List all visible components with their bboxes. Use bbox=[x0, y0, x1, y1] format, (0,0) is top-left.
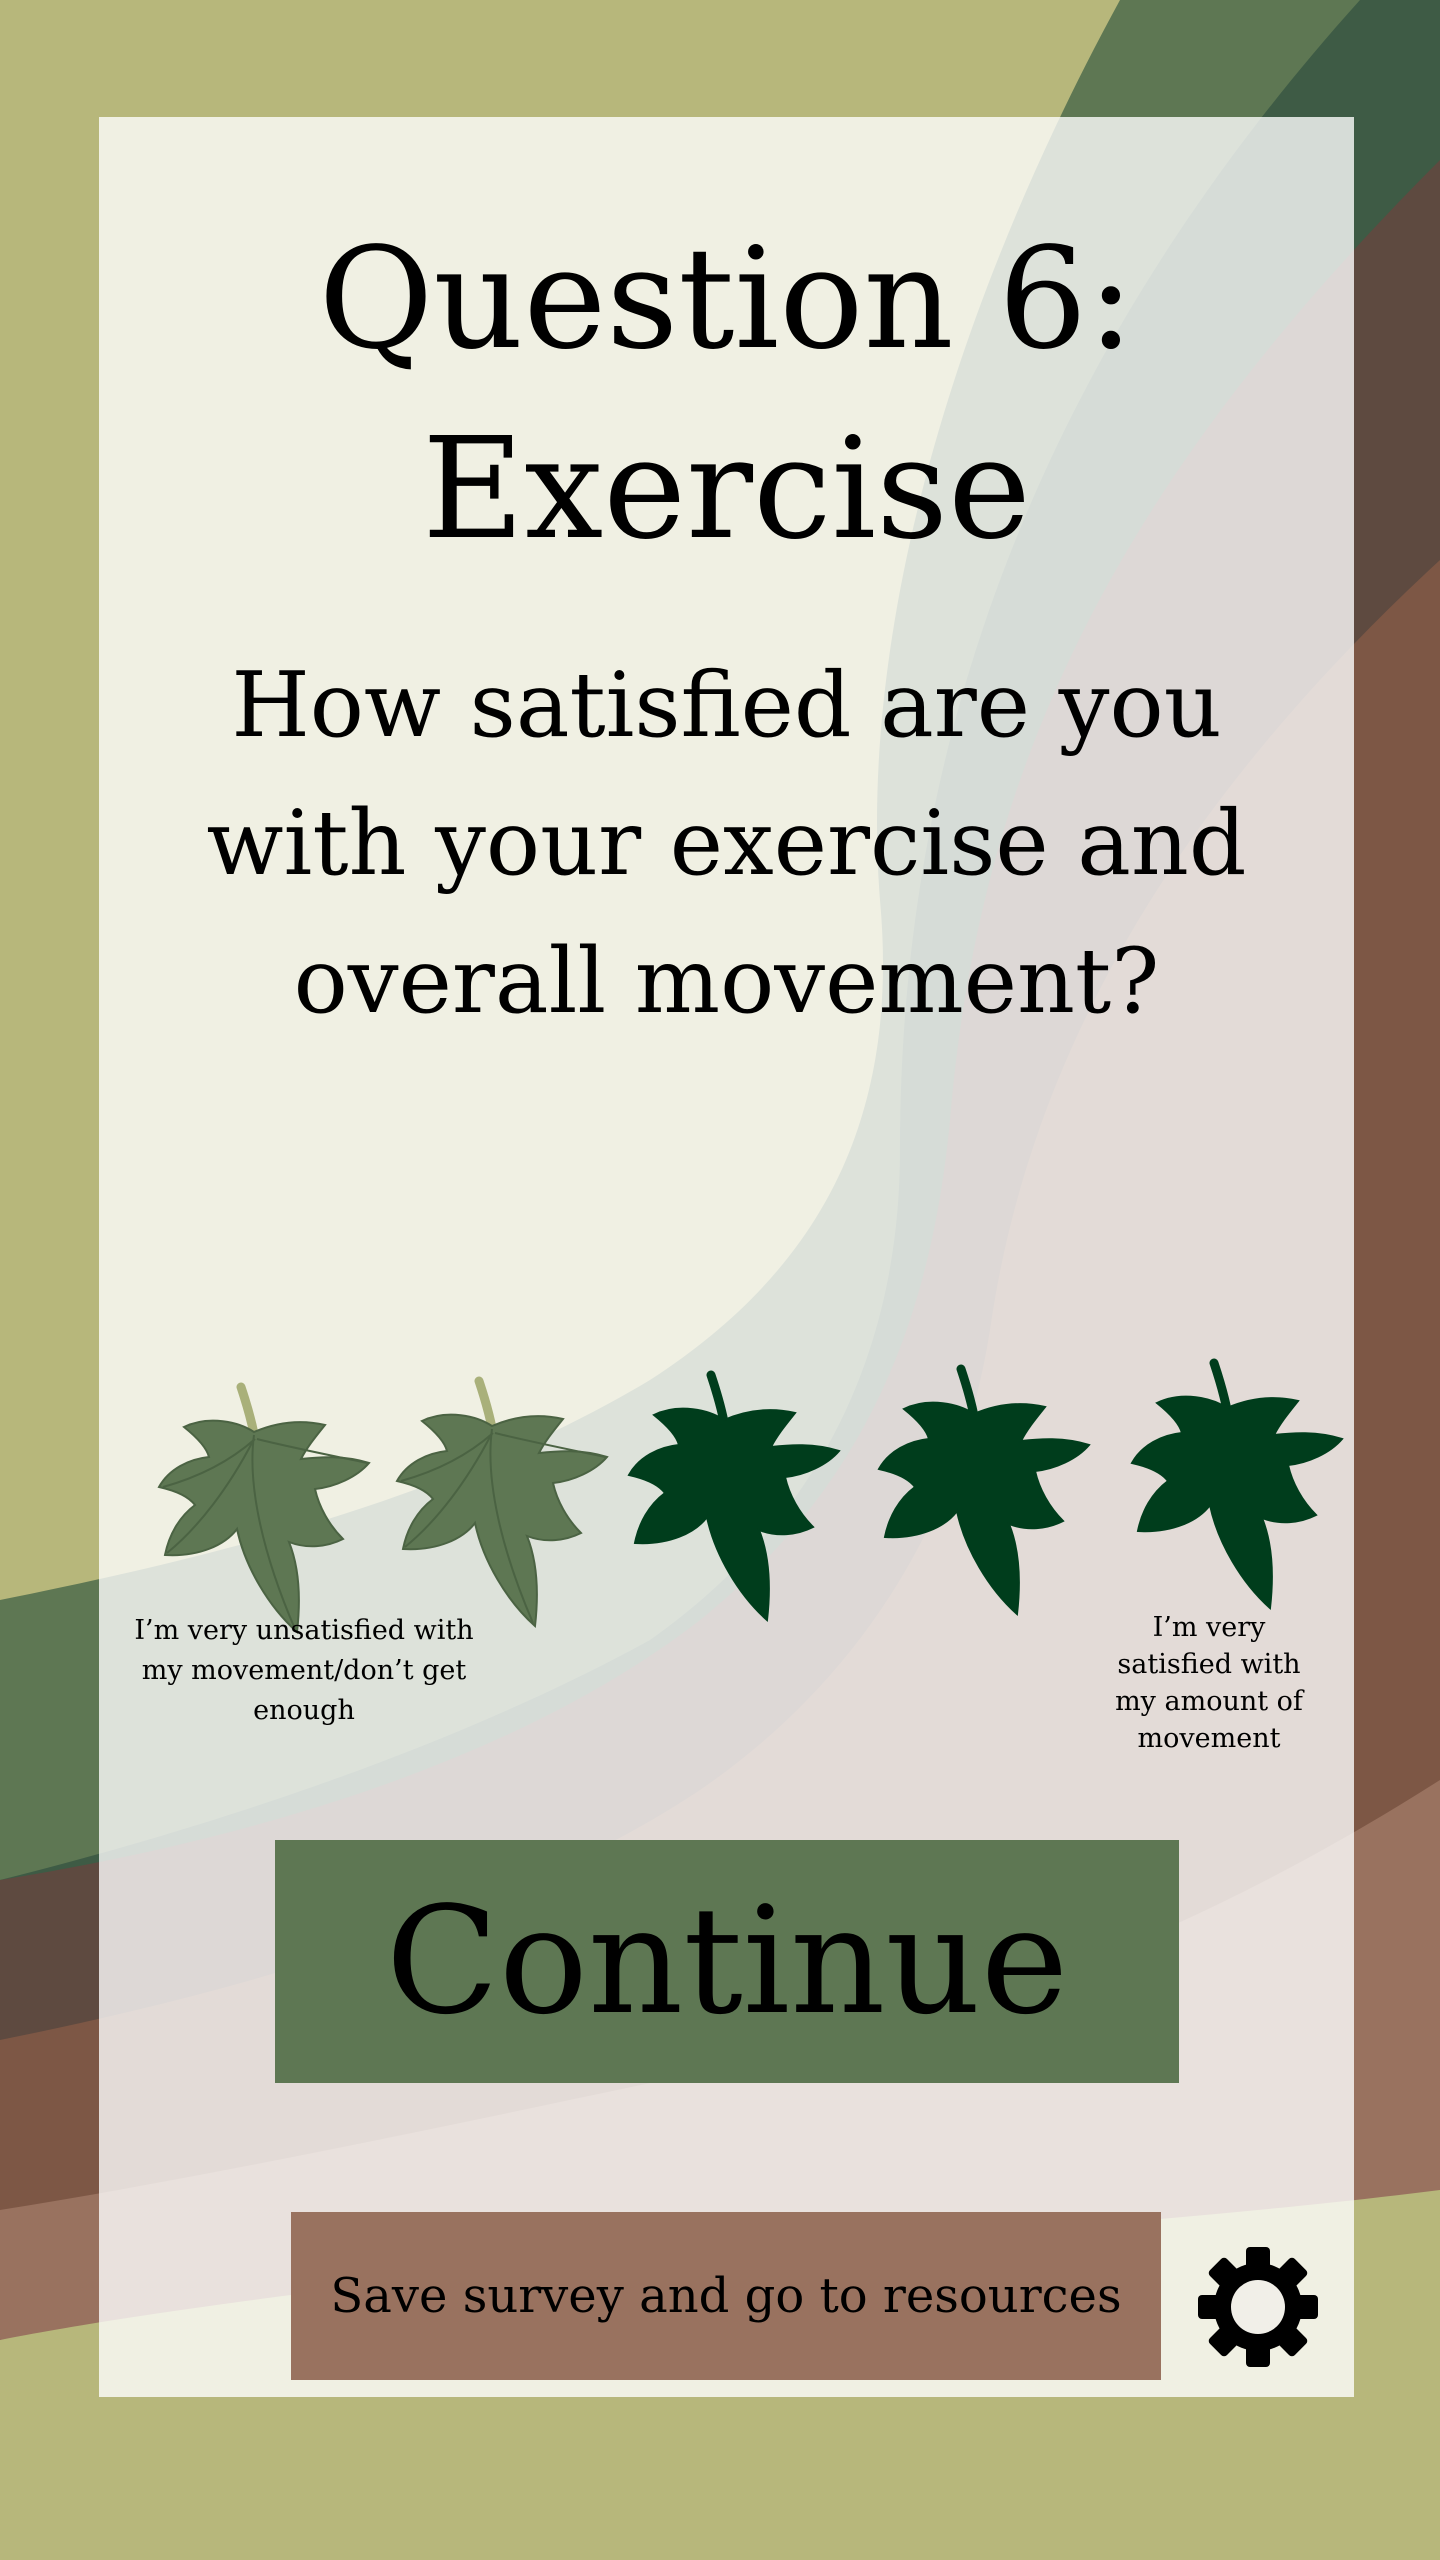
maple-leaf-icon bbox=[627, 1370, 841, 1623]
question-text: How satisfied are you with your exercise… bbox=[206, 653, 1247, 1034]
rating-leaf-4-icon[interactable] bbox=[849, 1359, 1099, 1649]
high-rating-label: I’m very satisfied with my amount of mov… bbox=[1115, 1612, 1303, 1754]
continue-button[interactable]: Continue bbox=[275, 1840, 1179, 2083]
survey-card: Question 6: Exercise How satisfied are y… bbox=[99, 117, 1354, 2397]
save-and-resources-button[interactable]: Save survey and go to resources bbox=[291, 2212, 1161, 2380]
question-title: Question 6: Exercise bbox=[99, 205, 1354, 585]
maple-leaf-icon bbox=[1130, 1358, 1344, 1611]
maple-leaf-icon bbox=[877, 1364, 1091, 1617]
gear-icon[interactable] bbox=[1196, 2245, 1320, 2369]
settings-gear-graphic bbox=[1198, 2247, 1318, 2367]
leaf-rating bbox=[99, 1227, 1354, 1657]
survey-screen: Question 6: Exercise How satisfied are y… bbox=[0, 0, 1440, 2560]
question-number: Question 6: bbox=[318, 218, 1135, 381]
rating-leaf-3-icon[interactable] bbox=[599, 1365, 849, 1655]
question-topic: Exercise bbox=[422, 408, 1031, 571]
rating-leaf-5-icon[interactable] bbox=[1102, 1353, 1352, 1643]
low-rating-label: I’m very unsatisfied with my movement/do… bbox=[134, 1615, 474, 1726]
